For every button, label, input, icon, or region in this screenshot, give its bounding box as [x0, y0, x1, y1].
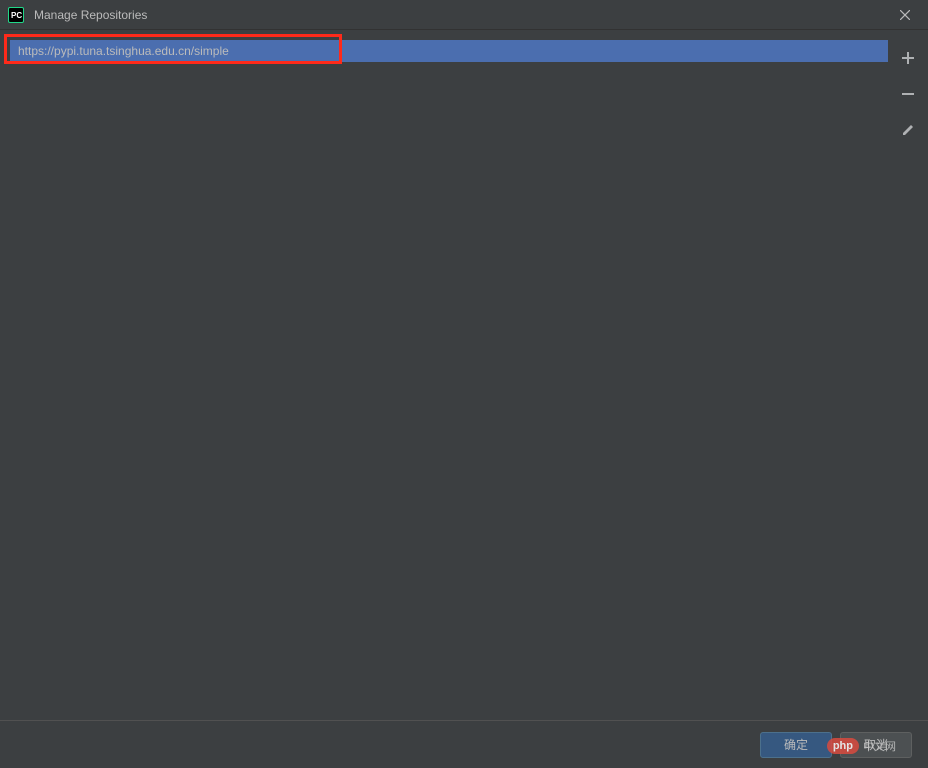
close-button[interactable]: [890, 0, 920, 30]
plus-icon: [901, 51, 915, 65]
content-area: https://pypi.tuna.tsinghua.edu.cn/simple: [0, 30, 928, 710]
app-icon: PC: [8, 7, 24, 23]
cancel-button-label: 取消: [864, 736, 888, 753]
ok-button[interactable]: 确定: [760, 732, 832, 758]
window-title: Manage Repositories: [34, 8, 890, 22]
repository-url: https://pypi.tuna.tsinghua.edu.cn/simple: [18, 44, 229, 58]
repository-list[interactable]: https://pypi.tuna.tsinghua.edu.cn/simple: [10, 40, 888, 700]
edit-button[interactable]: [896, 118, 920, 142]
dialog-footer: 确定 取消: [0, 720, 928, 768]
close-icon: [900, 10, 910, 20]
minus-icon: [901, 87, 915, 101]
svg-text:PC: PC: [11, 11, 22, 20]
add-button[interactable]: [896, 46, 920, 70]
repository-item[interactable]: https://pypi.tuna.tsinghua.edu.cn/simple: [10, 40, 888, 62]
titlebar: PC Manage Repositories: [0, 0, 928, 30]
remove-button[interactable]: [896, 82, 920, 106]
pencil-icon: [901, 123, 915, 137]
side-toolbar: [888, 40, 928, 700]
ok-button-label: 确定: [784, 736, 808, 753]
cancel-button[interactable]: 取消: [840, 732, 912, 758]
